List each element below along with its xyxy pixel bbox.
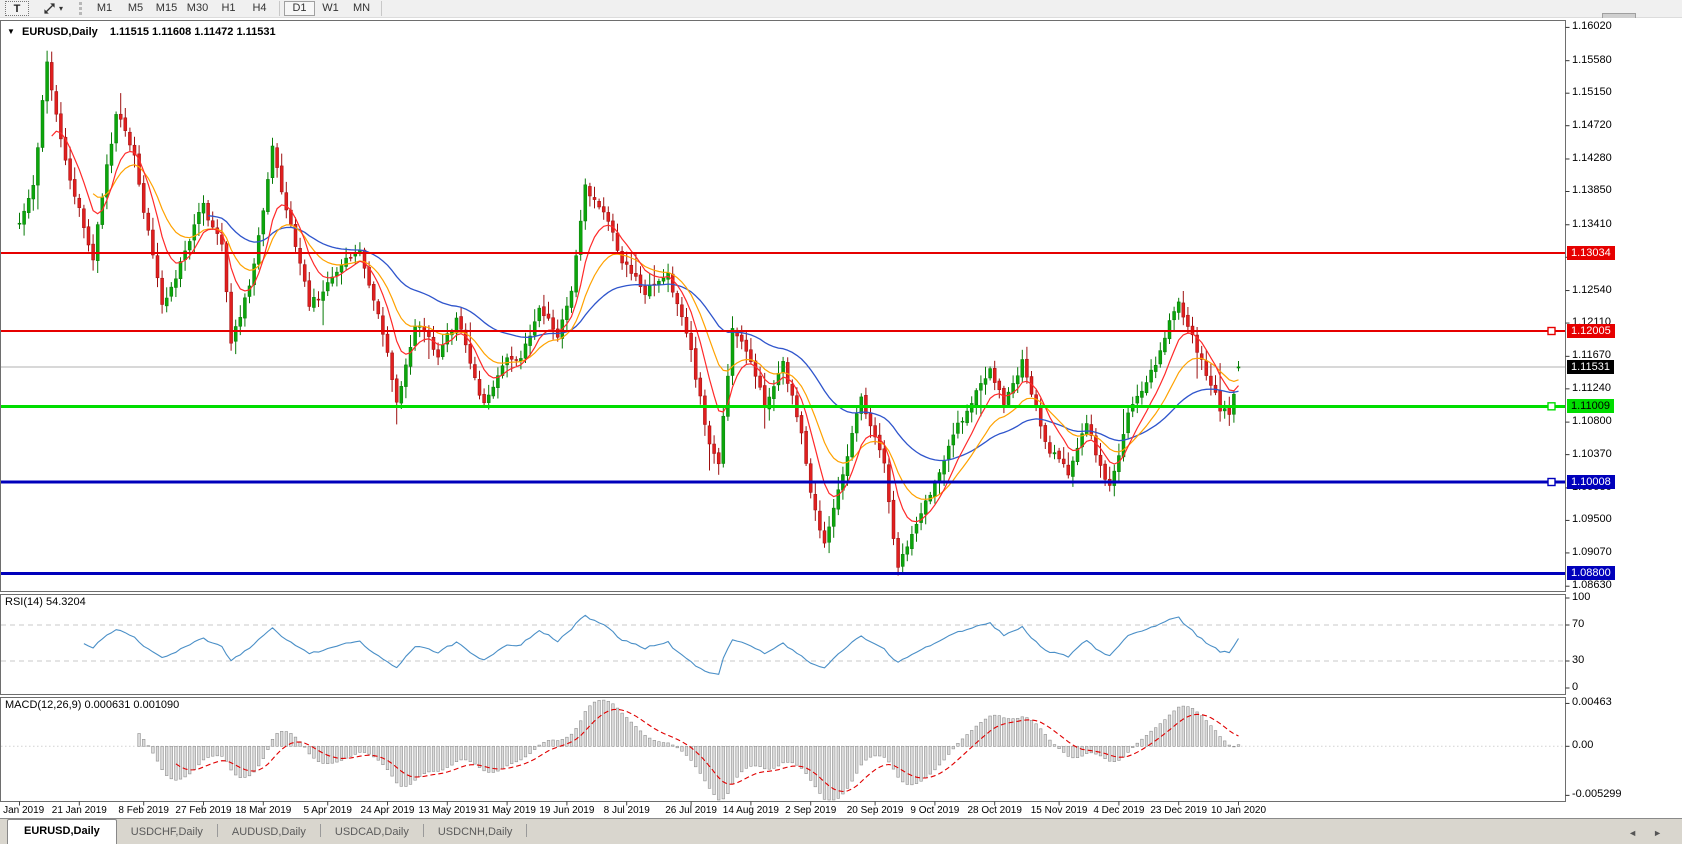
toolbar-grip[interactable] <box>79 2 83 15</box>
date-label: 18 Mar 2019 <box>235 805 291 816</box>
timeframe-button-w1[interactable]: W1 <box>315 1 346 16</box>
cursor-tool-button[interactable]: ▾ <box>35 1 71 16</box>
date-label: 2 Jan 2019 <box>0 805 44 816</box>
tab-scroll-right-icon[interactable]: ► <box>1653 828 1662 838</box>
date-label: 19 Jun 2019 <box>539 805 594 816</box>
date-label: 20 Sep 2019 <box>847 805 904 816</box>
date-label: 14 Aug 2019 <box>723 805 779 816</box>
date-label: 21 Jan 2019 <box>52 805 107 816</box>
tab-scroll-left-icon[interactable]: ◄ <box>1628 828 1637 838</box>
price-axis[interactable] <box>1566 20 1682 820</box>
date-label: 26 Jul 2019 <box>665 805 717 816</box>
rsi-indicator-label: RSI(14) 54.3204 <box>5 596 86 608</box>
chart-tab-eurusd[interactable]: EURUSD,Daily <box>7 819 117 844</box>
date-label: 13 May 2019 <box>418 805 476 816</box>
dropdown-caret-icon: ▾ <box>59 4 63 13</box>
date-label: 24 Apr 2019 <box>361 805 415 816</box>
date-label: 27 Feb 2019 <box>175 805 231 816</box>
date-label: 23 Dec 2019 <box>1150 805 1207 816</box>
timeframe-button-mn[interactable]: MN <box>346 1 377 16</box>
timeframe-button-h4[interactable]: H4 <box>244 1 275 16</box>
time-axis[interactable]: 2 Jan 2019 21 Jan 2019 8 Feb 2019 27 Feb 20… <box>0 804 1682 819</box>
timeframe-button-m1[interactable]: M1 <box>89 1 120 16</box>
chart-tabs: EURUSD,DailyUSDCHF,DailyAUDUSD,DailyUSDC… <box>0 819 527 844</box>
chart-tab-usdchf[interactable]: USDCHF,Daily <box>117 821 217 844</box>
chart-tab-bar: EURUSD,DailyUSDCHF,DailyAUDUSD,DailyUSDC… <box>0 818 1682 844</box>
toolbar: T ▾ M1M5M15M30H1H4 D1W1MN <box>0 0 1682 18</box>
chart-symbol-title: EURUSD,Daily <box>22 26 98 38</box>
macd-indicator-label: MACD(12,26,9) 0.000631 0.001090 <box>5 699 179 711</box>
date-label: 15 Nov 2019 <box>1031 805 1088 816</box>
timeframe-button-m15[interactable]: M15 <box>151 1 182 16</box>
date-label: 8 Feb 2019 <box>118 805 169 816</box>
chart-tab-usdcnh[interactable]: USDCNH,Daily <box>424 821 527 844</box>
date-label: 5 Apr 2019 <box>304 805 352 816</box>
chart-canvas[interactable] <box>0 20 1682 810</box>
timeframe-button-m30[interactable]: M30 <box>182 1 213 16</box>
chart-ohlc-quotes: 1.11515 1.11608 1.11472 1.11531 <box>110 26 276 38</box>
text-tool-button[interactable]: T <box>5 1 29 16</box>
chart-header: ▼ EURUSD,Daily 1.11515 1.11608 1.11472 1… <box>7 26 276 38</box>
date-label: 28 Oct 2019 <box>967 805 1021 816</box>
chart-tab-usdcad[interactable]: USDCAD,Daily <box>321 821 423 844</box>
date-label: 9 Oct 2019 <box>910 805 959 816</box>
date-label: 10 Jan 2020 <box>1211 805 1266 816</box>
toolbar-separator <box>279 1 280 16</box>
date-label: 2 Sep 2019 <box>785 805 836 816</box>
timeframe-button-m5[interactable]: M5 <box>120 1 151 16</box>
toolbar-separator <box>381 1 382 16</box>
collapse-arrow-icon[interactable]: ▼ <box>7 27 15 36</box>
date-label: 8 Jul 2019 <box>604 805 650 816</box>
date-label: 31 May 2019 <box>478 805 536 816</box>
timeframe-button-h1[interactable]: H1 <box>213 1 244 16</box>
tab-scroll-arrows: ◄ ► <box>1628 828 1682 838</box>
chart-window: ▼ EURUSD,Daily 1.11515 1.11608 1.11472 1… <box>0 18 1682 844</box>
timeframe-button-d1[interactable]: D1 <box>284 1 315 16</box>
chart-tab-audusd[interactable]: AUDUSD,Daily <box>218 821 320 844</box>
panel-frames <box>1 21 1566 802</box>
date-label: 4 Dec 2019 <box>1093 805 1144 816</box>
tab-separator <box>526 824 527 837</box>
timeframe-buttons: M1M5M15M30H1H4 D1W1MN <box>89 1 386 16</box>
diagonal-arrows-icon <box>43 2 56 15</box>
